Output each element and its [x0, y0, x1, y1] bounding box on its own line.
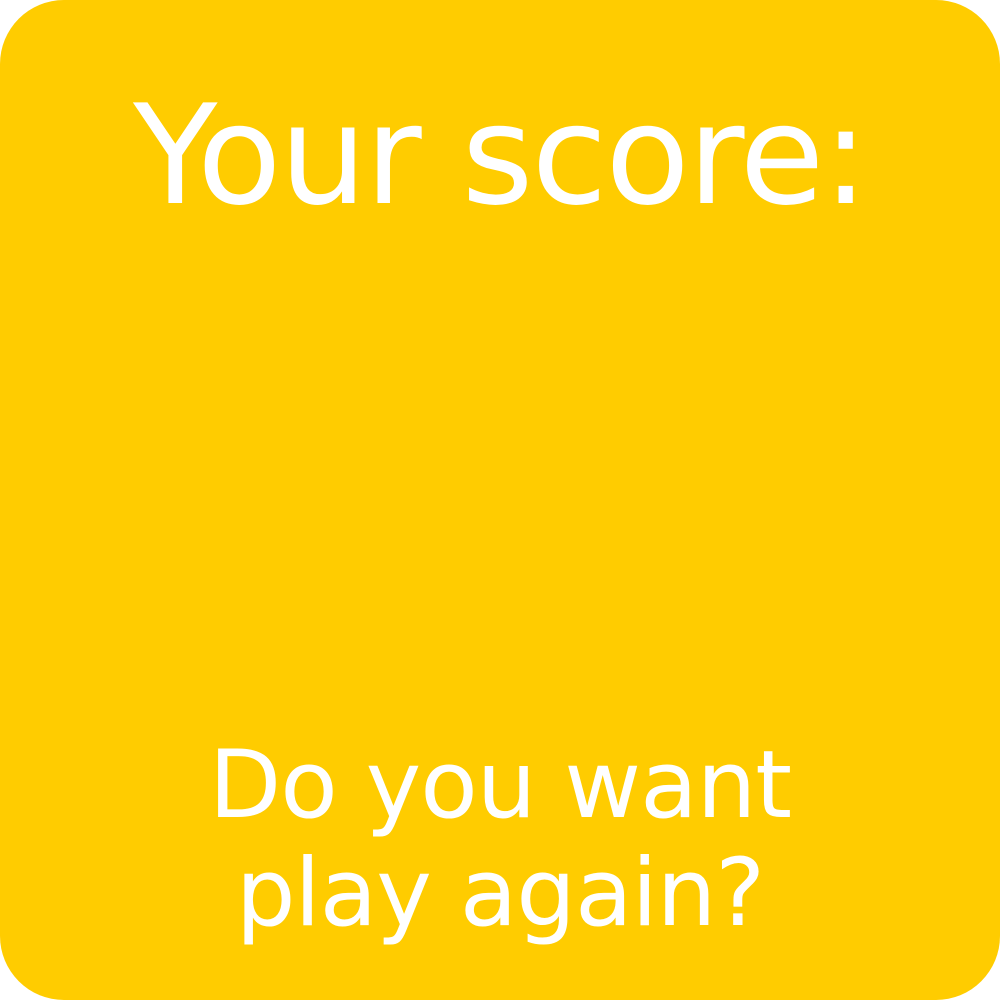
play-again-line-2: play again? [235, 839, 765, 948]
score-value [0, 380, 1000, 580]
play-again-line-1: Do you want [208, 731, 792, 840]
play-again-prompt[interactable]: Do you want play again? [0, 732, 1000, 948]
score-card: Your score: Do you want play again? [0, 0, 1000, 1000]
score-label: Your score: [133, 75, 869, 236]
